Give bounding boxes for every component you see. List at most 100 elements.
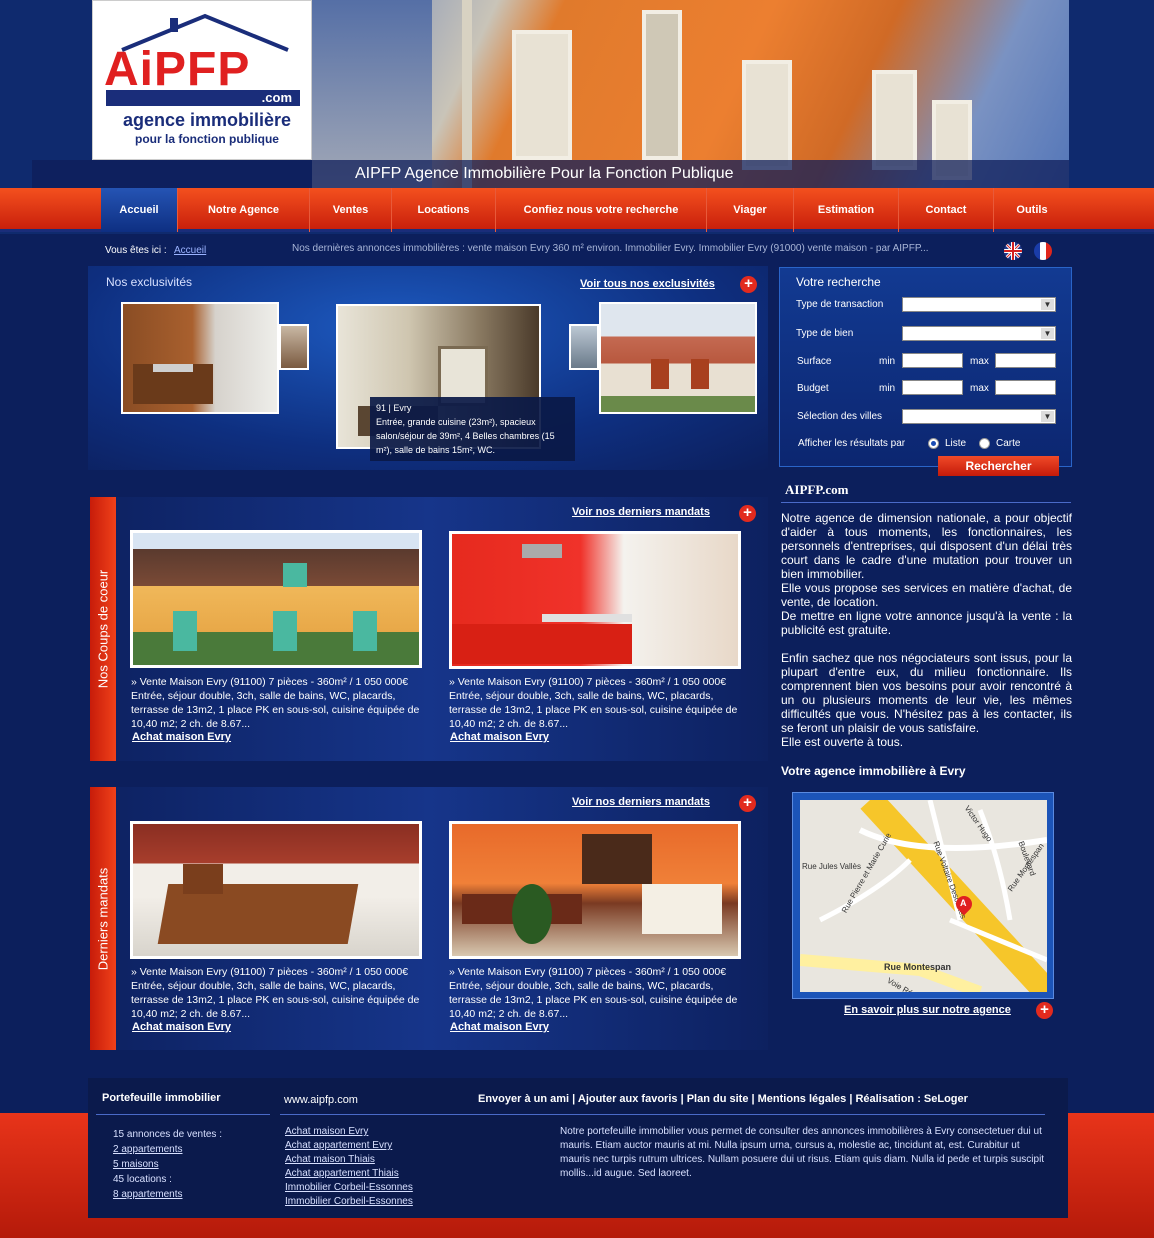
budget-max-label: max xyxy=(970,383,989,394)
nav-ventes[interactable]: Ventes xyxy=(310,188,392,232)
footer-link[interactable]: Achat appartement Thiais xyxy=(285,1168,399,1179)
news-ticker[interactable]: Nos dernières annonces immobilières : ve… xyxy=(292,243,992,254)
learn-more-agency-link[interactable]: En savoir plus sur notre agence xyxy=(844,1004,1011,1016)
listing-text: Entrée, séjour double, 3ch, salle de bai… xyxy=(131,690,420,730)
latest-mandates-link[interactable]: Voir nos derniers mandats xyxy=(572,796,710,808)
chevron-down-icon: ▼ xyxy=(1041,411,1054,422)
site-links: Achat maison Evry Achat appartement Evry… xyxy=(285,1125,413,1209)
footer-link[interactable]: Achat appartement Evry xyxy=(285,1140,392,1151)
logo-subtitle: agence immobilière xyxy=(122,110,292,130)
exclusive-caption: 91 | Evry Entrée, grande cuisine (23m²),… xyxy=(370,397,575,461)
listing-title: » Vente Maison Evry (91100) 7 pièces - 3… xyxy=(131,676,409,688)
exclusive-caption-description: Entrée, grande cuisine (23m²), spacieux … xyxy=(376,417,555,455)
surface-min-input[interactable] xyxy=(902,353,963,368)
exclusive-photo-house[interactable] xyxy=(599,302,757,414)
exclusives-title: Nos exclusivités xyxy=(106,275,193,289)
property-type-label: Type de bien xyxy=(796,328,854,339)
cities-select[interactable]: ▼ xyxy=(902,409,1056,424)
budget-min-input[interactable] xyxy=(902,380,963,395)
logo-subtitle-2: pour la fonction publique xyxy=(135,132,279,146)
about-paragraph: Elle vous propose ses services en matièr… xyxy=(781,581,1072,609)
french-flag-icon[interactable] xyxy=(1034,242,1052,260)
exclusive-photo-thumb-2[interactable] xyxy=(569,324,599,370)
list-radio-label: Liste xyxy=(945,438,967,449)
nav-confiez-recherche[interactable]: Confiez nous votre recherche xyxy=(496,188,707,232)
exclusive-photo-kitchen[interactable] xyxy=(121,302,279,414)
chevron-down-icon: ▼ xyxy=(1041,299,1054,310)
nav-estimation[interactable]: Estimation xyxy=(794,188,899,232)
listing-text: Entrée, séjour double, 3ch, salle de bai… xyxy=(131,980,420,1020)
breadcrumb-home-link[interactable]: Accueil xyxy=(174,245,206,256)
agency-title: Votre agence immobilière à Evry xyxy=(781,764,966,778)
surface-max-input[interactable] xyxy=(995,353,1056,368)
listing-link[interactable]: Achat maison Evry xyxy=(450,731,549,743)
sales-count: 15 annonces de ventes : xyxy=(113,1129,222,1140)
portfolio-title: Portefeuille immobilier xyxy=(102,1092,221,1104)
breadcrumb-label: Vous êtes ici : xyxy=(105,245,167,256)
sales-houses-link[interactable]: 5 maisons xyxy=(113,1159,159,1170)
surface-min-label: min xyxy=(879,356,896,367)
budget-min-label: min xyxy=(879,383,896,394)
nav-notre-agence[interactable]: Notre Agence xyxy=(178,188,310,232)
cities-label: Sélection des villes xyxy=(797,411,883,422)
plus-icon[interactable]: + xyxy=(1036,1002,1053,1019)
favorites-side-tab: Nos Coups de coeur xyxy=(90,497,116,761)
plus-icon[interactable]: + xyxy=(739,505,756,522)
search-title: Votre recherche xyxy=(796,275,881,289)
listing-link[interactable]: Achat maison Evry xyxy=(132,731,231,743)
plus-icon[interactable]: + xyxy=(739,795,756,812)
portfolio-stats: 15 annonces de ventes : 2 appartements 5… xyxy=(113,1127,222,1202)
footer-link[interactable]: Immobilier Corbeil-Essonnes xyxy=(285,1182,413,1193)
nav-locations[interactable]: Locations xyxy=(392,188,496,232)
listing-text: Entrée, séjour double, 3ch, salle de bai… xyxy=(449,980,738,1020)
property-type-select[interactable]: ▼ xyxy=(902,326,1056,341)
about-paragraph: Enfin sachez que nos négociateurs sont i… xyxy=(781,651,1072,735)
divider xyxy=(280,1114,1045,1115)
transaction-type-select[interactable]: ▼ xyxy=(902,297,1056,312)
nav-contact[interactable]: Contact xyxy=(899,188,994,232)
map-label: Rue Jules Vallès xyxy=(802,862,861,871)
favorite-photo-kitchen[interactable] xyxy=(449,531,741,669)
list-radio[interactable] xyxy=(928,438,939,449)
mandate-photo-living-room[interactable] xyxy=(449,821,741,959)
search-button[interactable]: Rechercher xyxy=(938,456,1059,476)
footer-description: Notre portefeuille immobilier vous perme… xyxy=(560,1126,1045,1179)
plus-icon[interactable]: + xyxy=(740,276,757,293)
footer-link[interactable]: Immobilier Corbeil-Essonnes xyxy=(285,1196,413,1207)
surface-max-label: max xyxy=(970,356,989,367)
mandates-side-tab: Derniers mandats xyxy=(90,787,116,1050)
header-title: AIPFP Agence Immobilière Pour la Fonctio… xyxy=(355,165,734,182)
latest-mandates-link[interactable]: Voir nos derniers mandats xyxy=(572,506,710,518)
budget-max-input[interactable] xyxy=(995,380,1056,395)
mandate-photo-terrace[interactable] xyxy=(130,821,422,959)
nav-outils[interactable]: Outils xyxy=(994,188,1070,232)
divider xyxy=(781,502,1071,503)
map-label: Rue Montespan xyxy=(884,962,952,972)
logo-com: .com xyxy=(106,90,300,106)
map-radio[interactable] xyxy=(979,438,990,449)
listing-description: » Vente Maison Evry (91100) 7 pièces - 3… xyxy=(131,675,427,731)
listing-link[interactable]: Achat maison Evry xyxy=(450,1021,549,1033)
agency-map[interactable]: Rue Jules Vallès Rue Pierre et Marie Cur… xyxy=(792,792,1054,999)
about-title: AIPFP.com xyxy=(785,482,849,497)
exclusive-photo-thumb[interactable] xyxy=(279,324,309,370)
footer-link[interactable]: Achat maison Thiais xyxy=(285,1154,375,1165)
nav-accueil[interactable]: Accueil xyxy=(101,188,178,232)
about-paragraph: De mettre en ligne votre annonce jusqu'à… xyxy=(781,609,1072,637)
english-flag-icon[interactable] xyxy=(1004,242,1022,260)
about-text: Notre agence de dimension nationale, a p… xyxy=(781,511,1072,749)
logo-text: AiPFP xyxy=(104,43,251,96)
favorite-photo-house[interactable] xyxy=(130,530,422,668)
see-all-exclusives-link[interactable]: Voir tous nos exclusivités xyxy=(580,278,715,290)
site-url[interactable]: www.aipfp.com xyxy=(284,1094,358,1106)
rentals-apartments-link[interactable]: 8 appartements xyxy=(113,1189,183,1200)
listing-title: » Vente Maison Evry (91100) 7 pièces - 3… xyxy=(449,966,727,978)
favorites-side-title: Nos Coups de coeur xyxy=(95,569,111,689)
map-radio-label: Carte xyxy=(996,438,1021,449)
footer-nav-links[interactable]: Envoyer à un ami | Ajouter aux favoris |… xyxy=(478,1093,968,1105)
footer-link[interactable]: Achat maison Evry xyxy=(285,1126,368,1137)
nav-viager[interactable]: Viager xyxy=(707,188,794,232)
sales-apartments-link[interactable]: 2 appartements xyxy=(113,1144,183,1155)
display-mode-label: Afficher les résultats par xyxy=(798,438,906,449)
listing-link[interactable]: Achat maison Evry xyxy=(132,1021,231,1033)
